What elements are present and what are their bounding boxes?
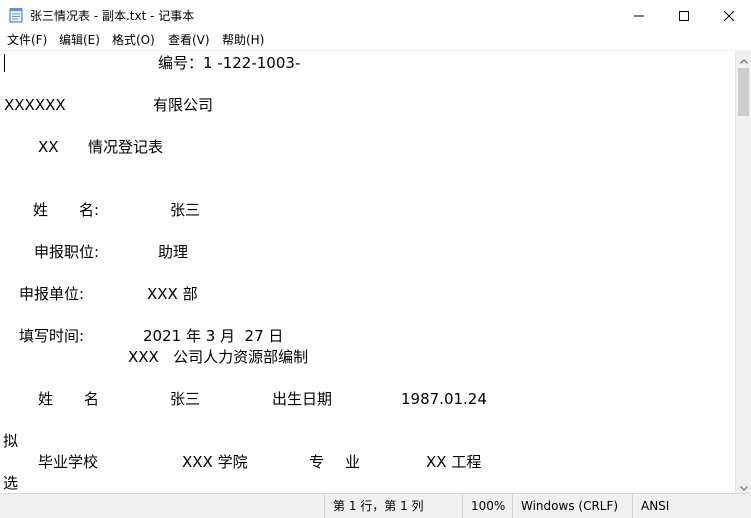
doc-line: 张三 [170,390,201,408]
maximize-icon [679,6,689,25]
doc-line: XXX 部 [147,285,198,303]
doc-line: 2021 年 3 月 27 日 [143,327,284,345]
doc-line: 申报职位: [34,243,100,261]
close-button[interactable] [706,0,751,30]
text-caret [4,54,5,72]
doc-line: 助理 [158,243,189,261]
chevron-down-icon [740,476,748,495]
cursor-position: 第 1 行，第 1 列 [324,494,462,518]
doc-line: 姓 [33,201,49,219]
doc-line: 专 [309,453,325,471]
vertical-scrollbar[interactable] [735,50,751,493]
scroll-up-button[interactable] [736,50,751,66]
menu-help[interactable]: 帮助(H) [222,32,264,48]
scroll-down-button[interactable] [736,477,751,493]
doc-line: XXX 公司人力资源部编制 [128,348,309,366]
text-editor[interactable]: 编号：1 -122-1003- XXXXXX 有限公司 XX 情况登记表 姓 名… [0,50,735,493]
scrollbar-thumb[interactable] [738,68,749,116]
doc-line: XXX 学院 [182,453,248,471]
minimize-icon [634,6,644,25]
doc-line: 申报单位: [19,285,85,303]
doc-line: 名 [84,390,100,408]
doc-line: XXXXXX [4,96,66,114]
doc-line: 张三 [170,201,201,219]
menu-view[interactable]: 查看(V) [168,32,210,48]
doc-line: 出生日期 [272,390,333,408]
doc-line: XX [38,138,59,156]
doc-line: 情况登记表 [88,138,164,156]
doc-line: 毕业学校 [38,453,99,471]
menu-file[interactable]: 文件(F) [7,32,47,48]
menu-bar: 文件(F) 编辑(E) 格式(O) 查看(V) 帮助(H) [0,30,751,50]
menu-edit[interactable]: 编辑(E) [59,32,100,48]
doc-line: XX 工程 [426,453,482,471]
doc-line: 填写时间: [19,327,85,345]
status-bar: 第 1 行，第 1 列 100% Windows (CRLF) ANSI [0,493,751,518]
doc-line: 编号：1 -122-1003- [158,54,301,72]
doc-line: 有限公司 [153,96,214,114]
window-title: 张三情况表 - 副本.txt - 记事本 [30,9,195,23]
doc-line: 业 [345,453,361,471]
title-bar[interactable]: 张三情况表 - 副本.txt - 记事本 [0,0,751,30]
doc-line: 名: [79,201,100,219]
menu-format[interactable]: 格式(O) [112,32,155,48]
encoding: ANSI [632,494,751,518]
doc-line: 拟 [3,432,19,450]
zoom-level: 100% [462,494,512,518]
maximize-button[interactable] [661,0,707,30]
doc-line: 姓 [38,390,54,408]
minimize-button[interactable] [616,0,662,30]
close-icon [723,6,735,25]
chevron-up-icon [740,49,748,68]
doc-line: 1987.01.24 [401,390,487,408]
doc-line: 选 [3,474,19,492]
line-ending: Windows (CRLF) [512,494,632,518]
notepad-icon [9,7,23,23]
